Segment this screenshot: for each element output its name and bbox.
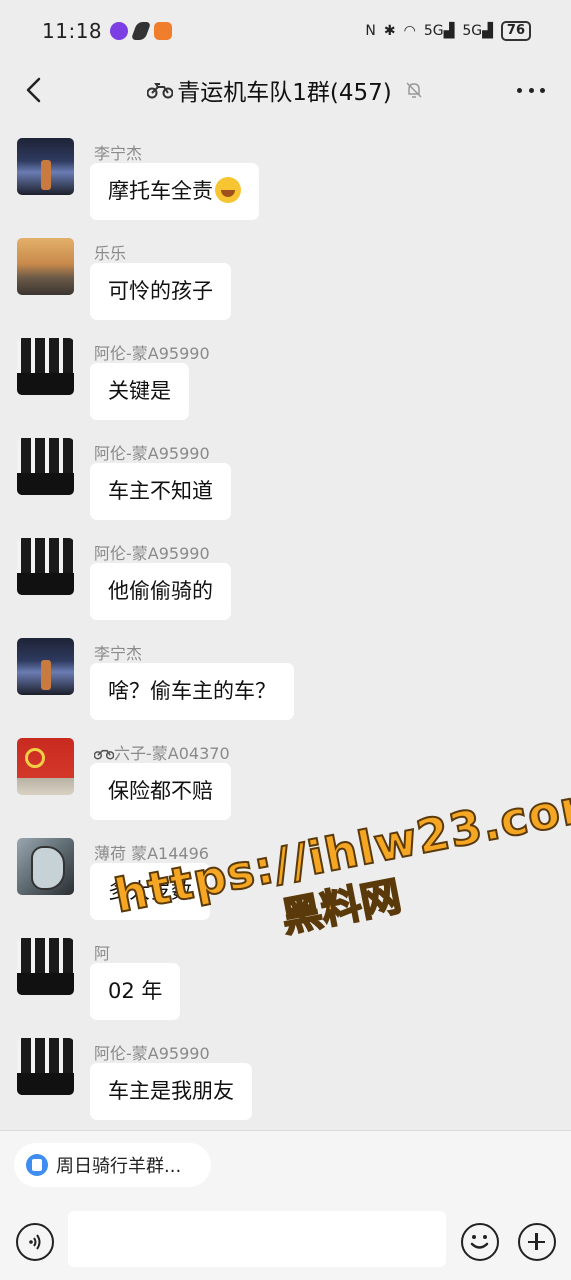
message-item: 阿伦-蒙A95990 车主不知道 <box>0 430 571 530</box>
quick-link-label: 周日骑行羊群... <box>56 1156 182 1177</box>
sender-name: 李宁杰 <box>94 644 143 663</box>
avatar[interactable] <box>17 538 74 595</box>
message-text: 摩托车全责 <box>108 179 213 203</box>
chat-header: 青运机车队1群(457) <box>0 62 571 118</box>
message-bubble[interactable]: 关键是 <box>90 363 189 420</box>
dot-icon <box>540 87 545 93</box>
message-item: 薄荷 蒙A14496 多大岁数 <box>0 830 571 930</box>
sender-name: 六子-蒙A04370 <box>93 740 230 764</box>
avatar[interactable] <box>17 138 74 195</box>
motorcycle-icon <box>147 83 174 99</box>
voice-button[interactable] <box>16 1223 54 1261</box>
message-text: 车主不知道 <box>108 479 213 503</box>
message-text: 关键是 <box>108 379 171 403</box>
message-bubble[interactable]: 可怜的孩子 <box>90 263 231 320</box>
laughing-emoji-icon <box>215 177 241 203</box>
app-notification-icon <box>130 22 152 40</box>
message-bubble[interactable]: 02 年 <box>90 963 181 1020</box>
smiley-icon <box>470 1235 489 1249</box>
motorcycle-icon <box>93 749 115 760</box>
status-system-icons: N ✱ ◠ 5G▟ 5G▟ 76 <box>365 21 531 41</box>
message-bubble[interactable]: 他偷偷骑的 <box>90 563 231 620</box>
avatar[interactable] <box>17 438 74 495</box>
message-text: 多大岁数 <box>108 879 192 903</box>
message-item: 阿伦-蒙A95990 关键是 <box>0 330 571 430</box>
wifi-icon: ◠ <box>403 23 416 39</box>
message-text: 他偷偷骑的 <box>108 579 213 603</box>
signal-icon: 5G▟ <box>423 23 455 39</box>
document-icon <box>26 1154 48 1176</box>
message-item: 六子-蒙A04370 保险都不赔 <box>0 730 571 830</box>
message-text: 保险都不赔 <box>108 779 213 803</box>
message-text: 车主是我朋友 <box>108 1079 234 1103</box>
chevron-left-icon <box>26 77 41 103</box>
sender-name: 阿伦-蒙A95990 <box>94 544 210 563</box>
message-bubble[interactable]: 摩托车全责 <box>90 163 259 220</box>
chat-title-wrap: 青运机车队1群(457) <box>147 73 423 107</box>
avatar[interactable] <box>17 738 74 795</box>
avatar[interactable] <box>17 838 74 895</box>
plus-button[interactable] <box>518 1223 556 1261</box>
emoji-button[interactable] <box>461 1223 499 1261</box>
back-button[interactable] <box>18 72 48 108</box>
status-bar: 11:18 N ✱ ◠ 5G▟ 5G▟ 76 <box>0 0 571 62</box>
message-text: 啥？偷车主的车？ <box>108 679 276 703</box>
message-text: 02 年 <box>108 979 163 1003</box>
sender-name: 薄荷 蒙A14496 <box>94 844 209 863</box>
message-item: 李宁杰 摩托车全责 <box>0 130 571 230</box>
message-item: 乐乐 可怜的孩子 <box>0 230 571 330</box>
battery-icon: 76 <box>500 21 531 41</box>
message-bubble[interactable]: 车主是我朋友 <box>90 1063 252 1120</box>
app-notification-icon <box>154 22 173 40</box>
avatar[interactable] <box>17 238 74 295</box>
app-notification-icon <box>110 22 129 40</box>
dot-icon <box>528 87 534 93</box>
nfc-icon: N <box>365 23 376 39</box>
status-app-icons <box>110 22 173 40</box>
voice-wave-icon <box>29 1234 41 1250</box>
more-options-button[interactable] <box>517 80 545 100</box>
sender-name: 阿伦-蒙A95990 <box>94 344 210 363</box>
chat-title: 青运机车队1群(457) <box>177 80 392 106</box>
message-bubble[interactable]: 多大岁数 <box>90 863 210 920</box>
message-text: 可怜的孩子 <box>108 279 213 303</box>
avatar[interactable] <box>17 638 74 695</box>
dot-icon <box>517 87 522 93</box>
sender-name: 李宁杰 <box>94 144 143 163</box>
message-item: 阿 02 年 <box>0 930 571 1030</box>
quick-link-chip[interactable]: 周日骑行羊群... <box>14 1143 212 1187</box>
sender-name: 阿伦-蒙A95990 <box>94 444 210 463</box>
message-input[interactable] <box>68 1211 446 1267</box>
avatar[interactable] <box>17 1038 74 1095</box>
avatar[interactable] <box>17 338 74 395</box>
bluetooth-icon: ✱ <box>383 23 396 39</box>
message-item: 李宁杰 啥？偷车主的车？ <box>0 630 571 730</box>
input-panel: 周日骑行羊群... <box>0 1131 571 1280</box>
sender-name: 阿 <box>94 944 111 963</box>
signal-icon: 5G▟ <box>462 23 493 39</box>
sender-name: 阿伦-蒙A95990 <box>94 1044 210 1063</box>
message-bubble[interactable]: 保险都不赔 <box>90 763 231 820</box>
message-item: 阿伦-蒙A95990 他偷偷骑的 <box>0 530 571 630</box>
status-time: 11:18 <box>42 19 103 43</box>
message-bubble[interactable]: 车主不知道 <box>90 463 231 520</box>
message-item: 阿伦-蒙A95990 车主是我朋友 <box>0 1030 571 1130</box>
mute-bell-icon <box>406 82 422 98</box>
message-bubble[interactable]: 啥？偷车主的车？ <box>90 663 294 720</box>
avatar[interactable] <box>17 938 74 995</box>
sender-name: 乐乐 <box>94 244 127 263</box>
